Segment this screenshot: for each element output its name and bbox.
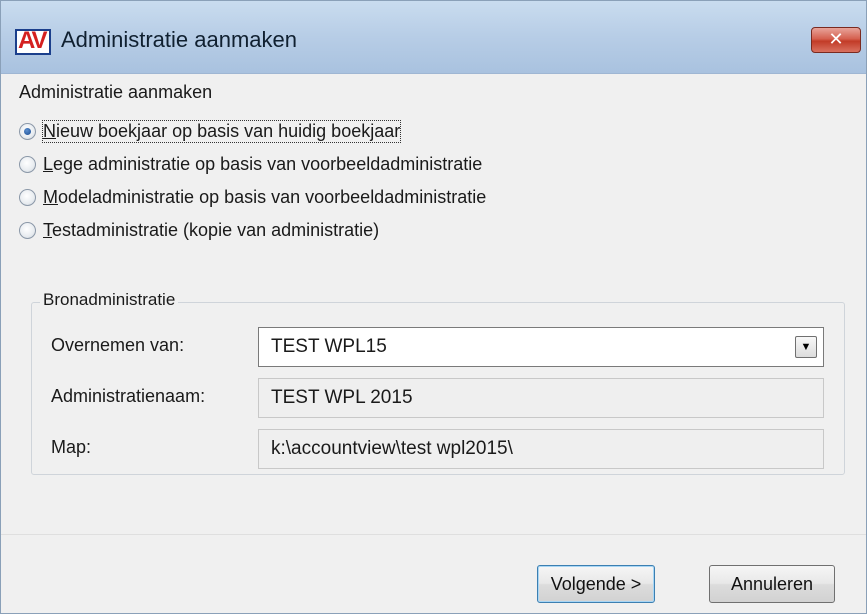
radio-button[interactable] (19, 221, 36, 239)
copy-from-value: TEST WPL15 (271, 336, 387, 357)
copy-from-select[interactable]: TEST WPL15 ▼ (258, 327, 824, 367)
copy-from-label: Overnemen van: (51, 335, 185, 355)
folder-value: k:\accountview\test wpl2015\ (271, 438, 513, 459)
folder-label: Map: (51, 437, 92, 457)
dropdown-button[interactable]: ▼ (795, 336, 817, 358)
accountview-logo-icon: AV (15, 28, 53, 55)
administration-name-field: TEST WPL 2015 (258, 378, 824, 418)
administration-name-label: Administratienaam: (51, 386, 206, 406)
radio-label: Testadministratie (kopie van administrat… (43, 219, 380, 240)
radio-label: Nieuw boekjaar op basis van huidig boekj… (41, 119, 402, 143)
radio-test-administration[interactable]: Testadministratie (kopie van administrat… (19, 217, 379, 243)
radio-button[interactable] (19, 188, 36, 206)
dialog-content: Administratie aanmaken Nieuw boekjaar op… (9, 74, 858, 534)
title-bar[interactable]: AV Administratie aanmaken ✕ (1, 1, 866, 74)
administration-name-value: TEST WPL 2015 (271, 387, 413, 408)
section-heading: Administratie aanmaken (19, 82, 213, 102)
cancel-button[interactable]: Annuleren (709, 565, 835, 603)
button-bar: Volgende > Annuleren (1, 534, 866, 613)
next-button[interactable]: Volgende > (537, 565, 655, 603)
radio-empty-administration[interactable]: Lege administratie op basis van voorbeel… (19, 151, 482, 177)
close-button[interactable]: ✕ (811, 27, 861, 53)
chevron-down-icon: ▼ (800, 341, 812, 353)
radio-label: Modeladministratie op basis van voorbeel… (43, 186, 487, 207)
radio-label: Lege administratie op basis van voorbeel… (43, 153, 483, 174)
group-caption: Bronadministratie (40, 290, 179, 310)
window-title: Administratie aanmaken (61, 27, 298, 52)
source-administration-group: Bronadministratie Overnemen van: TEST WP… (31, 290, 845, 475)
radio-model-administration[interactable]: Modeladministratie op basis van voorbeel… (19, 184, 486, 210)
folder-field: k:\accountview\test wpl2015\ (258, 429, 824, 469)
close-icon: ✕ (828, 29, 844, 49)
radio-button-checked[interactable] (19, 122, 36, 140)
dialog-window: AV Administratie aanmaken ✕ Administrati… (0, 0, 867, 614)
radio-new-fiscal-year[interactable]: Nieuw boekjaar op basis van huidig boekj… (19, 118, 402, 144)
radio-button[interactable] (19, 155, 36, 173)
